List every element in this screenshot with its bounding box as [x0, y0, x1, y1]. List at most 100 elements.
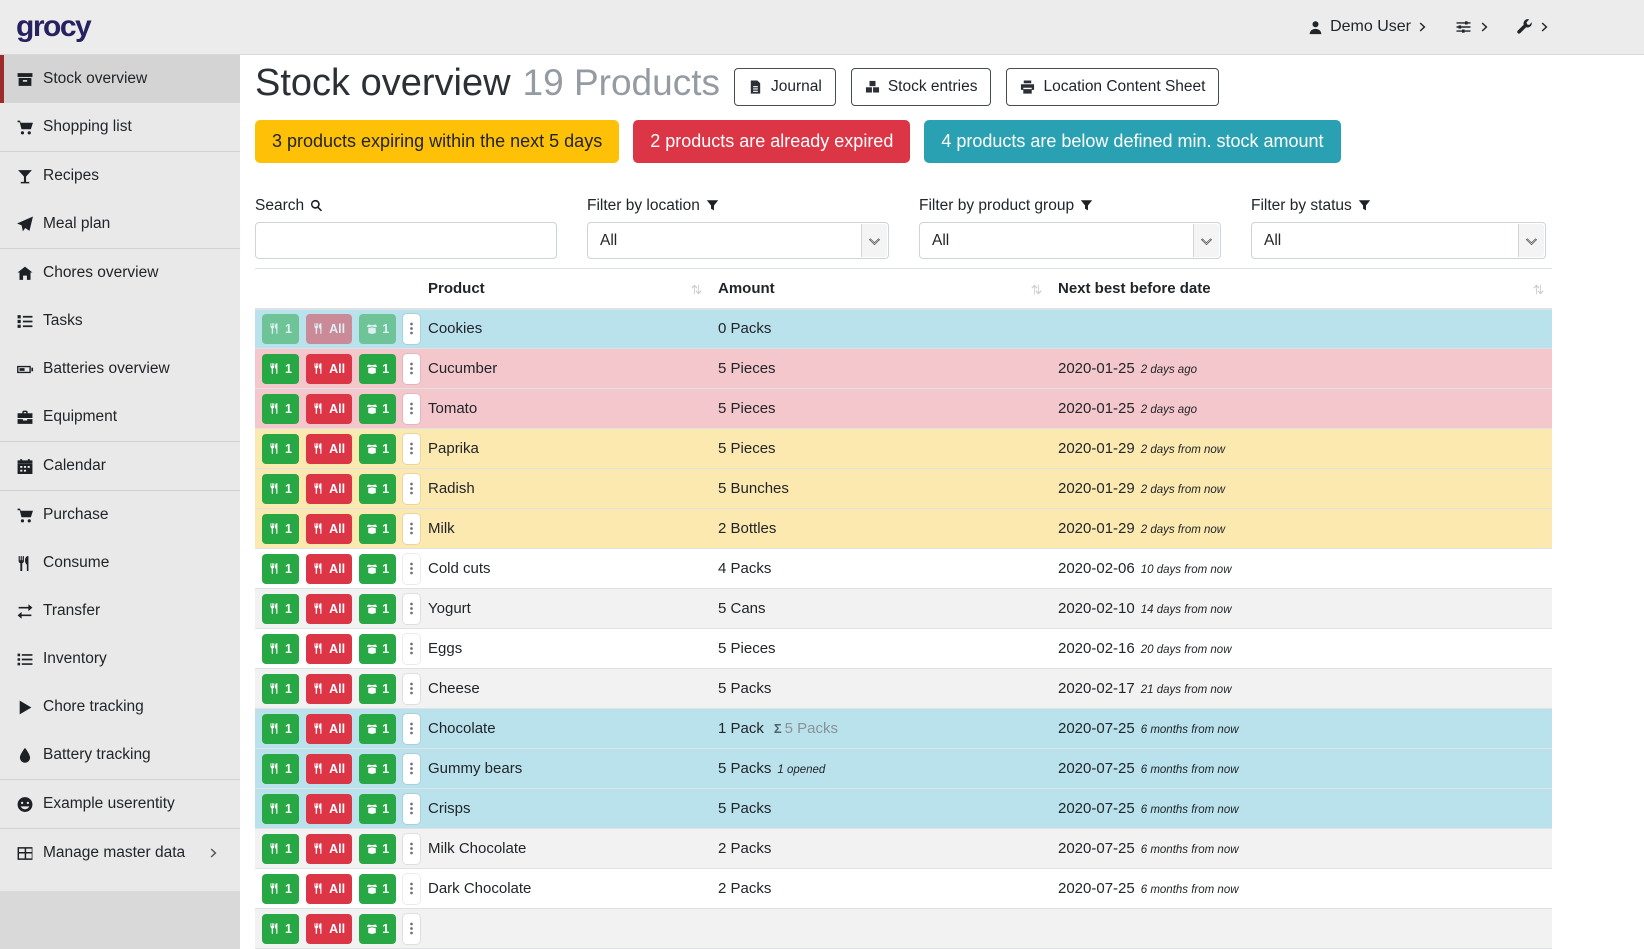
app-logo[interactable]: grocy	[16, 10, 90, 44]
search-input[interactable]	[255, 222, 557, 259]
open-one-button[interactable]: 1	[359, 594, 396, 624]
sidebar-item-chore-tracking[interactable]: Chore tracking	[0, 683, 240, 731]
sidebar-item-inventory[interactable]: Inventory	[0, 635, 240, 683]
consume-all-button[interactable]: All	[306, 594, 352, 624]
open-one-button[interactable]: 1	[359, 914, 396, 944]
open-one-button[interactable]: 1	[359, 794, 396, 824]
consume-one-button[interactable]: 1	[262, 474, 299, 504]
sidebar-item-batteries-overview[interactable]: Batteries overview	[0, 345, 240, 393]
consume-all-button[interactable]: All	[306, 354, 352, 384]
product-group-filter-select[interactable]: All	[919, 222, 1221, 259]
sort-icon[interactable]	[1030, 283, 1043, 296]
row-menu-button[interactable]	[403, 914, 420, 944]
consume-one-button[interactable]: 1	[262, 514, 299, 544]
sort-icon[interactable]	[690, 283, 703, 296]
row-menu-button[interactable]	[403, 354, 420, 384]
column-header-product[interactable]: Product	[420, 269, 710, 309]
consume-all-button[interactable]: All	[306, 914, 352, 944]
consume-one-button[interactable]: 1	[262, 914, 299, 944]
row-menu-button[interactable]	[403, 554, 420, 584]
consume-all-button[interactable]: All	[306, 634, 352, 664]
column-header-next-best-before-date[interactable]: Next best before date	[1050, 269, 1552, 309]
consume-all-button[interactable]: All	[306, 554, 352, 584]
consume-one-button[interactable]: 1	[262, 434, 299, 464]
row-menu-button[interactable]	[403, 434, 420, 464]
open-one-button[interactable]: 1	[359, 834, 396, 864]
consume-all-button[interactable]: All	[306, 474, 352, 504]
column-header-amount[interactable]: Amount	[710, 269, 1050, 309]
admin-menu[interactable]	[1516, 19, 1549, 35]
open-one-button[interactable]: 1	[359, 674, 396, 704]
consume-one-button[interactable]: 1	[262, 674, 299, 704]
consume-all-button[interactable]: All	[306, 874, 352, 904]
consume-all-button[interactable]: All	[306, 674, 352, 704]
consume-all-button[interactable]: All	[306, 514, 352, 544]
open-one-button[interactable]: 1	[359, 714, 396, 744]
consume-all-button[interactable]: All	[306, 314, 352, 344]
open-one-button[interactable]: 1	[359, 394, 396, 424]
sidebar-item-consume[interactable]: Consume	[0, 539, 240, 587]
location-filter-select[interactable]: All	[587, 222, 889, 259]
row-menu-button[interactable]	[403, 874, 420, 904]
open-one-button[interactable]: 1	[359, 474, 396, 504]
row-menu-button[interactable]	[403, 714, 420, 744]
sidebar-item-battery-tracking[interactable]: Battery tracking	[0, 731, 240, 779]
open-one-button[interactable]: 1	[359, 434, 396, 464]
open-one-button[interactable]: 1	[359, 514, 396, 544]
row-menu-button[interactable]	[403, 474, 420, 504]
journal-button[interactable]: Journal	[734, 68, 836, 106]
sidebar-item-example-userentity[interactable]: Example userentity	[0, 780, 240, 828]
sidebar-item-manage-master-data[interactable]: Manage master data	[0, 829, 240, 877]
sidebar-item-recipes[interactable]: Recipes	[0, 152, 240, 200]
consume-all-button[interactable]: All	[306, 834, 352, 864]
row-menu-button[interactable]	[403, 634, 420, 664]
row-menu-button[interactable]	[403, 394, 420, 424]
consume-one-button[interactable]: 1	[262, 794, 299, 824]
sidebar-item-shopping-list[interactable]: Shopping list	[0, 103, 240, 151]
open-one-button[interactable]: 1	[359, 554, 396, 584]
open-one-button[interactable]: 1	[359, 314, 396, 344]
consume-all-button[interactable]: All	[306, 714, 352, 744]
consume-all-button[interactable]: All	[306, 434, 352, 464]
sidebar-item-transfer[interactable]: Transfer	[0, 587, 240, 635]
below-min-stock-alert[interactable]: 4 products are below defined min. stock …	[924, 120, 1340, 163]
user-menu[interactable]: Demo User	[1308, 18, 1427, 36]
consume-one-button[interactable]: 1	[262, 394, 299, 424]
sidebar-item-stock-overview[interactable]: Stock overview	[0, 55, 240, 103]
sidebar-item-equipment[interactable]: Equipment	[0, 393, 240, 441]
row-menu-button[interactable]	[403, 754, 420, 784]
row-menu-button[interactable]	[403, 834, 420, 864]
consume-all-button[interactable]: All	[306, 754, 352, 784]
consume-one-button[interactable]: 1	[262, 834, 299, 864]
settings-menu[interactable]	[1454, 19, 1489, 35]
consume-one-button[interactable]: 1	[262, 754, 299, 784]
consume-one-button[interactable]: 1	[262, 714, 299, 744]
consume-one-button[interactable]: 1	[262, 874, 299, 904]
expired-alert[interactable]: 2 products are already expired	[633, 120, 910, 163]
open-one-button[interactable]: 1	[359, 634, 396, 664]
sidebar-item-chores-overview[interactable]: Chores overview	[0, 249, 240, 297]
row-menu-button[interactable]	[403, 514, 420, 544]
sidebar-item-calendar[interactable]: Calendar	[0, 442, 240, 490]
consume-one-button[interactable]: 1	[262, 314, 299, 344]
consume-one-button[interactable]: 1	[262, 594, 299, 624]
stock-entries-button[interactable]: Stock entries	[851, 68, 992, 106]
open-one-button[interactable]: 1	[359, 874, 396, 904]
location-content-sheet-button[interactable]: Location Content Sheet	[1006, 68, 1219, 106]
expiring-alert[interactable]: 3 products expiring within the next 5 da…	[255, 120, 619, 163]
open-one-button[interactable]: 1	[359, 754, 396, 784]
consume-all-button[interactable]: All	[306, 794, 352, 824]
sort-icon[interactable]	[1532, 283, 1545, 296]
sidebar-item-purchase[interactable]: Purchase	[0, 491, 240, 539]
row-menu-button[interactable]	[403, 594, 420, 624]
open-one-button[interactable]: 1	[359, 354, 396, 384]
sidebar-item-meal-plan[interactable]: Meal plan	[0, 200, 240, 248]
row-menu-button[interactable]	[403, 794, 420, 824]
consume-all-button[interactable]: All	[306, 394, 352, 424]
status-filter-select[interactable]: All	[1251, 222, 1546, 259]
row-menu-button[interactable]	[403, 674, 420, 704]
consume-one-button[interactable]: 1	[262, 354, 299, 384]
row-menu-button[interactable]	[403, 314, 420, 344]
consume-one-button[interactable]: 1	[262, 634, 299, 664]
sidebar-item-tasks[interactable]: Tasks	[0, 297, 240, 345]
